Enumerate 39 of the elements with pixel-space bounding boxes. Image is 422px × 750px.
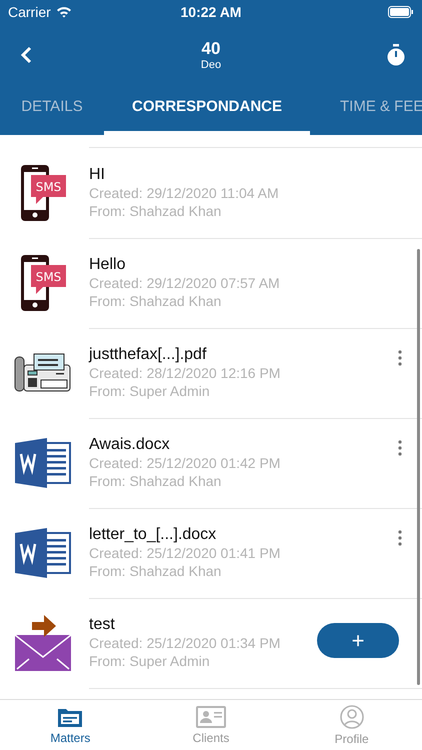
item-title[interactable]: justthefax[...].pdf [89, 345, 206, 364]
item-title[interactable]: letter_to_[...].docx [89, 525, 216, 544]
add-button[interactable]: + [317, 623, 399, 658]
created-date: Created: 25/12/2020 01:42 PM [89, 454, 280, 472]
user-profile-icon [340, 704, 364, 728]
contact-card-icon [196, 706, 226, 728]
word-document-icon [14, 527, 72, 579]
sender-name: From: Shahzad Khan [89, 292, 222, 310]
created-date: Created: 28/12/2020 12:16 PM [89, 364, 280, 382]
created-date: Created: 25/12/2020 01:41 PM [89, 544, 280, 562]
envelope-arrow-icon [14, 614, 72, 672]
sender-name: From: Shahzad Khan [89, 202, 222, 220]
stopwatch-icon [386, 44, 406, 66]
wifi-icon [56, 6, 72, 18]
item-title[interactable]: Hello [89, 255, 126, 274]
tab[interactable]: CORRESPONDANCE [104, 86, 310, 135]
matter-name: Deo [200, 59, 222, 71]
item-title[interactable]: HI [89, 165, 105, 184]
chevron-left-icon [20, 46, 32, 64]
created-date: Created: 29/12/2020 11:04 AM [89, 184, 279, 202]
created-date: Created: 29/12/2020 07:57 AM [89, 274, 280, 292]
created-date: Created: 25/12/2020 01:34 PM [89, 634, 280, 652]
word-document-icon [14, 437, 72, 489]
tab-bar-item[interactable]: Matters [0, 700, 141, 750]
fax-machine-icon [14, 353, 72, 393]
more-vertical-icon [398, 530, 402, 546]
battery-icon [388, 6, 414, 18]
item-title[interactable]: test [89, 615, 115, 634]
status-time: 10:22 AM [180, 4, 242, 20]
sender-name: From: Super Admin [89, 382, 210, 400]
sender-name: From: Shahzad Khan [89, 472, 222, 490]
matter-number: 40 [202, 39, 220, 59]
item-title[interactable]: Awais.docx [89, 435, 170, 454]
sender-name: From: Super Admin [89, 652, 210, 670]
tab[interactable]: DETAILS [0, 86, 104, 135]
more-vertical-icon [398, 440, 402, 456]
sender-name: From: Shahzad Khan [89, 562, 222, 580]
more-vertical-icon [398, 350, 402, 366]
carrier-label: Carrier [8, 4, 51, 20]
